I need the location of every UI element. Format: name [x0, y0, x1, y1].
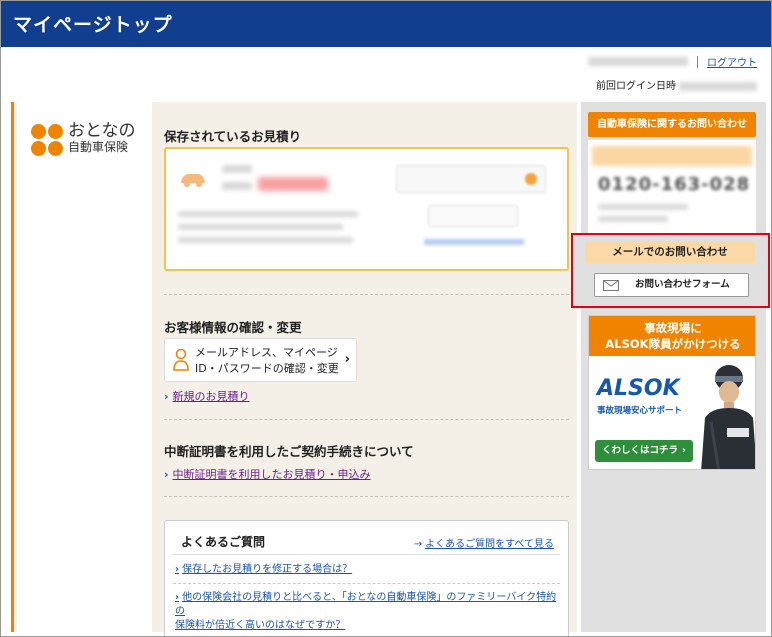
account-button-line1: メールアドレス、マイページ — [195, 346, 338, 359]
mail-contact-box: メールでのお問い合わせ お問い合わせフォーム — [571, 233, 770, 308]
divider — [164, 294, 569, 295]
phone-number: 0120-163-028 — [598, 174, 751, 195]
customer-info-title: お客様情報の確認・変更 — [164, 320, 302, 335]
chevron-right-icon: › — [344, 352, 350, 367]
envelope-icon — [603, 280, 619, 291]
arrow-right-icon: → — [413, 539, 423, 550]
logo-column: おとなの 自動車保険 — [17, 102, 152, 632]
quote-detail-redacted — [178, 237, 353, 243]
new-quote-label: 新規のお見積り — [172, 390, 250, 403]
faq-question-link[interactable]: › 他の保険会社の見積りと比べると、「おとなの自動車保険」のファミリーバイク特約の… — [175, 591, 560, 633]
car-icon — [181, 174, 205, 187]
quote-delete-button[interactable] — [428, 205, 518, 227]
saved-quotes-title: 保存されているお見積り — [164, 129, 302, 144]
quote-car-redacted — [222, 165, 252, 173]
main-card: おとなの 自動車保険 保存されているお見積り お客様情報の確認・変更 メールアド… — [11, 102, 577, 636]
divider — [164, 496, 569, 497]
faq-title: よくあるご質問 — [181, 535, 266, 549]
quote-detail-redacted — [178, 211, 358, 217]
phone-note-redacted — [598, 216, 668, 222]
contact-title: 自動車保険に関するお問い合わせ — [588, 112, 756, 137]
faq-question-link[interactable]: › 保存したお見積りを修正する場合は？ — [175, 563, 560, 577]
account-button-line2: ID・パスワードの確認・変更 — [195, 362, 339, 375]
divider — [696, 55, 698, 68]
last-login-label: 前回ログイン日時 — [596, 81, 676, 92]
divider — [164, 419, 569, 420]
alsok-banner[interactable]: 事故現場に ALSOK隊員がかけつける ALSOK 事故現場安心サポート くわし… — [588, 315, 756, 470]
faq-header: よくあるご質問 → よくあるご質問をすべて見る — [173, 527, 560, 555]
interruption-link-label: 中断証明書を利用したお見積り・申込み — [172, 468, 371, 481]
logout-link[interactable]: ログアウト — [707, 58, 757, 69]
chevron-right-icon: › — [164, 468, 169, 481]
faq-see-all-label: よくあるご質問をすべて見る — [425, 539, 554, 550]
interruption-link[interactable]: › 中断証明書を利用したお見積り・申込み — [164, 466, 371, 482]
alsok-line2: ALSOK隊員がかけつける — [605, 337, 741, 351]
alsok-logo: ALSOK — [597, 376, 680, 401]
quote-link-redacted[interactable] — [424, 239, 524, 245]
logo-dots-icon — [31, 124, 63, 156]
alsok-subtitle: 事故現場安心サポート — [597, 406, 683, 416]
phone-contact-card: 0120-163-028 — [588, 140, 756, 236]
quote-price-redacted — [258, 177, 328, 191]
alsok-details-button[interactable]: くわしくはコチラ › — [595, 440, 693, 462]
chevron-right-icon: › — [175, 564, 180, 575]
page-frame: マイページトップ ログアウト 前回ログイン日時 おとなの 自動車保険 保存されて… — [0, 0, 772, 637]
faq-question-text: 保険料が倍近く高いのはなぜですか？ — [175, 620, 346, 631]
page-title: マイページトップ — [13, 14, 173, 36]
header-bar: マイページトップ — [1, 1, 771, 47]
interruption-title: 中断証明書を利用したご契約手続きについて — [164, 444, 414, 459]
quote-resume-button[interactable] — [396, 165, 546, 193]
new-quote-link[interactable]: › 新規のお見積り — [164, 388, 250, 404]
chevron-right-icon: › — [682, 445, 686, 456]
logo-line2: 自動車保険 — [68, 140, 129, 154]
contact-form-label: お問い合わせフォーム — [635, 279, 730, 290]
alsok-button-label: くわしくはコチラ — [602, 445, 679, 456]
divider — [173, 583, 560, 584]
chevron-right-icon: › — [175, 592, 180, 603]
phone-hours-redacted — [592, 146, 752, 166]
last-login-value-redacted — [679, 81, 757, 91]
arrow-circle-icon — [525, 173, 537, 185]
brand-logo: おとなの 自動車保険 — [31, 122, 136, 156]
user-name-redacted — [587, 57, 688, 66]
phone-note-redacted — [598, 204, 688, 210]
logo-line1: おとなの — [68, 121, 136, 141]
security-guard-image — [701, 365, 755, 469]
chevron-right-icon: › — [164, 390, 169, 403]
saved-quote-card — [164, 147, 569, 271]
alsok-headline: 事故現場に ALSOK隊員がかけつける — [589, 316, 755, 356]
faq-see-all-link[interactable]: → よくあるご質問をすべて見る — [414, 535, 554, 550]
faq-question-text: 他の保険会社の見積りと比べると、「おとなの自動車保険」のファミリーバイク特約の — [175, 592, 557, 617]
account-settings-button[interactable]: メールアドレス、マイページ ID・パスワードの確認・変更 › — [164, 338, 357, 382]
alsok-line1: 事故現場に — [644, 321, 702, 335]
quote-detail-redacted — [178, 224, 343, 230]
user-bar: ログアウト — [587, 54, 757, 69]
last-login: 前回ログイン日時 — [596, 77, 757, 92]
contact-form-button[interactable]: お問い合わせフォーム — [594, 273, 749, 297]
quote-label-redacted — [222, 182, 252, 190]
mail-contact-title: メールでのお問い合わせ — [585, 241, 755, 263]
faq-question-text: 保存したお見積りを修正する場合は？ — [182, 564, 353, 575]
person-icon — [173, 348, 189, 371]
faq-box: よくあるご質問 → よくあるご質問をすべて見る › 保存したお見積りを修正する場合は… — [164, 520, 569, 636]
